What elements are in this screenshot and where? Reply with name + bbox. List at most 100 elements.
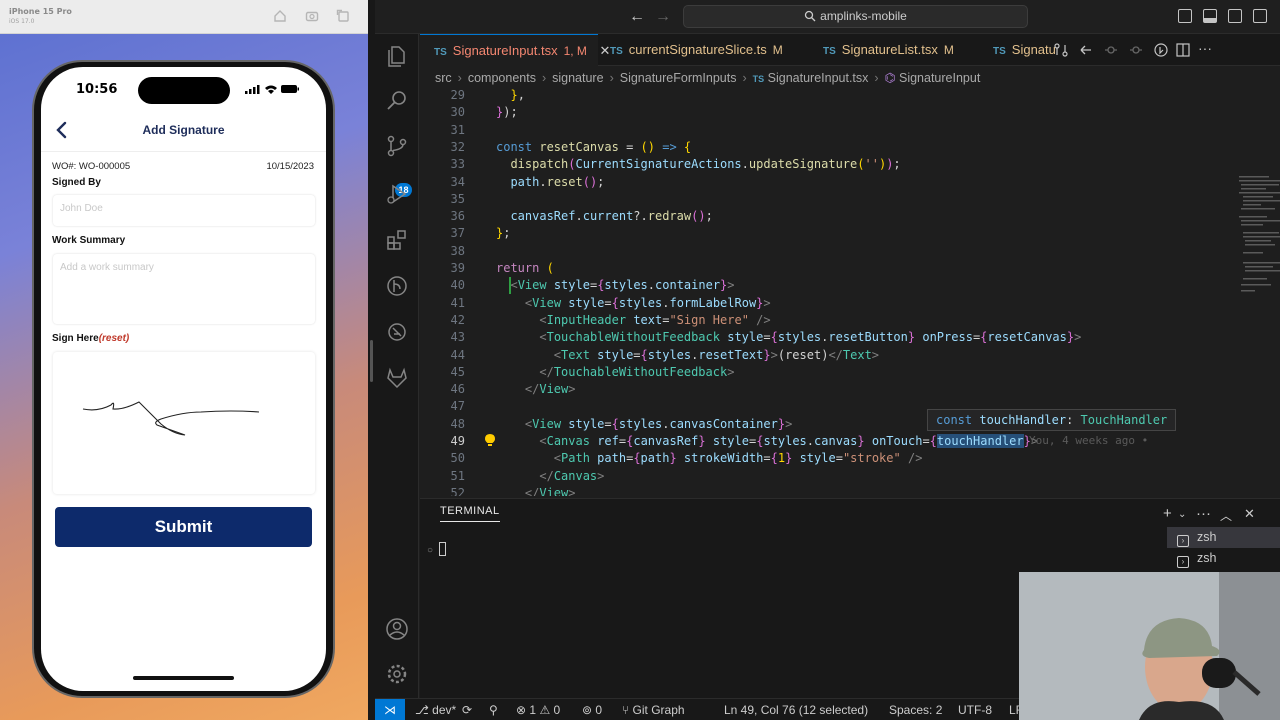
dynamic-island: [138, 77, 230, 104]
git-graph-icon[interactable]: [385, 274, 409, 298]
code-line: <TouchableWithoutFeedback style={styles.…: [539, 330, 1082, 345]
search-sidebar-icon[interactable]: [385, 89, 409, 113]
line-number: 34: [450, 174, 465, 189]
line-number: 33: [450, 157, 465, 172]
code-line: canvasRef.current?.redraw();: [510, 209, 713, 224]
screenshot-icon[interactable]: [305, 9, 319, 23]
breadcrumb-item[interactable]: signature: [552, 71, 603, 85]
signed-by-label: Signed By: [52, 177, 101, 188]
vscode-titlebar: ← → amplinks-mobile: [375, 0, 1280, 34]
source-control-icon[interactable]: [385, 134, 409, 158]
line-number: 47: [450, 399, 465, 414]
gitlab-icon[interactable]: [385, 366, 409, 390]
run-debug-icon[interactable]: [385, 182, 409, 206]
customize-layout-icon[interactable]: [1253, 9, 1267, 23]
command-center-search[interactable]: amplinks-mobile: [683, 5, 1028, 28]
previous-change-icon[interactable]: [1104, 43, 1118, 57]
warning-count: 0: [553, 703, 561, 717]
remote-explorer-icon[interactable]: [385, 320, 409, 344]
compare-changes-icon[interactable]: [1054, 43, 1068, 57]
forward-arrow-icon[interactable]: →: [655, 8, 671, 26]
tab-status: M: [772, 43, 783, 57]
close-panel-icon[interactable]: ✕: [1244, 506, 1255, 522]
error-icon: ⊗: [516, 703, 527, 717]
next-change-icon[interactable]: [1129, 43, 1143, 57]
editor-tabs: TS SignatureInput.tsx 1, M ✕ TS currentSign…: [420, 34, 1280, 66]
terminal-item[interactable]: › zsh: [1167, 527, 1280, 548]
breadcrumb-item[interactable]: src: [435, 71, 452, 85]
breadcrumb-item[interactable]: components: [468, 71, 536, 85]
simulator-titlebar: iPhone 15 Pro iOS 17.0: [0, 0, 368, 34]
terminal-dropdown-icon[interactable]: ⌄: [1178, 509, 1186, 520]
tab-signature-overflow[interactable]: TS Signatu: [993, 34, 1056, 66]
reset-link[interactable]: (reset): [99, 333, 130, 344]
tab-signature-list[interactable]: TS SignatureList.tsx M: [823, 34, 954, 66]
signature-canvas[interactable]: [53, 352, 315, 494]
terminal-icon: ›: [1177, 535, 1189, 547]
problems-indicator[interactable]: ⊗ 1 ⚠ 0: [516, 699, 560, 720]
line-number: 50: [450, 451, 465, 466]
webcam-overlay: [1019, 572, 1280, 720]
back-arrow-icon[interactable]: ←: [629, 8, 645, 26]
more-actions-icon[interactable]: ···: [1196, 505, 1211, 522]
tab-current-signature-slice[interactable]: TS currentSignatureSlice.ts M: [610, 34, 783, 66]
typescript-file-icon: TS: [993, 46, 1006, 57]
explorer-icon[interactable]: [385, 44, 409, 68]
tab-terminal[interactable]: TERMINAL: [440, 505, 500, 522]
lightbulb-icon[interactable]: [484, 433, 496, 447]
error-count: 1: [529, 703, 537, 717]
signed-by-input[interactable]: John Doe: [53, 195, 315, 226]
signed-by-placeholder: John Doe: [60, 203, 103, 214]
submit-button[interactable]: Submit: [55, 507, 312, 547]
home-icon[interactable]: [273, 9, 287, 23]
git-blame-annotation: You, 4 weeks ago •: [1029, 434, 1149, 447]
ports-indicator[interactable]: ⊚ 0: [582, 699, 602, 720]
search-text: amplinks-mobile: [820, 9, 907, 23]
tab-label: currentSignatureSlice.ts: [628, 42, 767, 57]
new-terminal-icon[interactable]: +: [1163, 505, 1172, 522]
typescript-file-icon: TS: [434, 47, 447, 58]
code-editor[interactable]: 29 30 31 32 33 34 35 36 37 38 39 40 41 42 43 44 45 46 47 48…: [420, 86, 1280, 496]
split-editor-icon[interactable]: [1176, 43, 1190, 57]
tab-signature-input[interactable]: TS SignatureInput.tsx 1, M ✕: [420, 34, 610, 66]
prompt-indicator: ○: [427, 545, 434, 556]
settings-gear-icon[interactable]: [385, 662, 409, 686]
window-splitter[interactable]: [368, 0, 375, 720]
signature-stroke: [82, 401, 260, 436]
status-icons: [245, 85, 299, 94]
extensions-icon[interactable]: [385, 228, 409, 252]
toggle-panel-icon[interactable]: [1203, 9, 1217, 23]
sync-icon[interactable]: ⟳: [462, 699, 472, 720]
breadcrumb-item[interactable]: SignatureInput.tsx: [768, 71, 869, 85]
terminal-icon: ›: [1177, 556, 1189, 568]
home-indicator[interactable]: [133, 676, 234, 680]
search-icon: [804, 10, 816, 22]
branch-indicator[interactable]: ⎇ dev*: [415, 699, 456, 720]
minimap[interactable]: [1235, 172, 1280, 347]
go-back-change-icon[interactable]: [1079, 43, 1093, 57]
encoding[interactable]: UTF-8: [958, 699, 992, 720]
open-changes-icon[interactable]: [1154, 43, 1168, 57]
symbol-icon: ⌬: [884, 71, 896, 85]
code-line: });: [496, 105, 518, 120]
close-tab-icon[interactable]: ✕: [600, 43, 611, 58]
breadcrumb-item[interactable]: SignatureInput: [899, 71, 980, 85]
line-number: 40: [450, 278, 465, 293]
cursor-position[interactable]: Ln 49, Col 76 (12 selected): [724, 699, 868, 720]
git-graph-status[interactable]: ⑂ Git Graph: [622, 699, 685, 720]
rotate-icon[interactable]: [336, 9, 350, 23]
indentation[interactable]: Spaces: 2: [889, 699, 942, 720]
toggle-secondary-sidebar-icon[interactable]: [1228, 9, 1242, 23]
git-compare-icon[interactable]: ⚲: [489, 699, 498, 720]
account-icon[interactable]: [385, 617, 409, 641]
work-summary-input[interactable]: Add a work summary: [53, 254, 315, 324]
remote-indicator[interactable]: ⋊: [375, 699, 405, 720]
terminal-item[interactable]: › zsh: [1167, 548, 1280, 569]
more-actions-icon[interactable]: ···: [1198, 40, 1212, 56]
terminal-list: › zsh › zsh: [1167, 527, 1280, 569]
breadcrumb-item[interactable]: SignatureFormInputs: [620, 71, 737, 85]
toggle-sidebar-icon[interactable]: [1178, 9, 1192, 23]
maximize-panel-icon[interactable]: ︿: [1220, 507, 1232, 524]
warning-icon: ⚠: [539, 703, 551, 717]
sign-here-label: Sign Here: [52, 333, 99, 344]
